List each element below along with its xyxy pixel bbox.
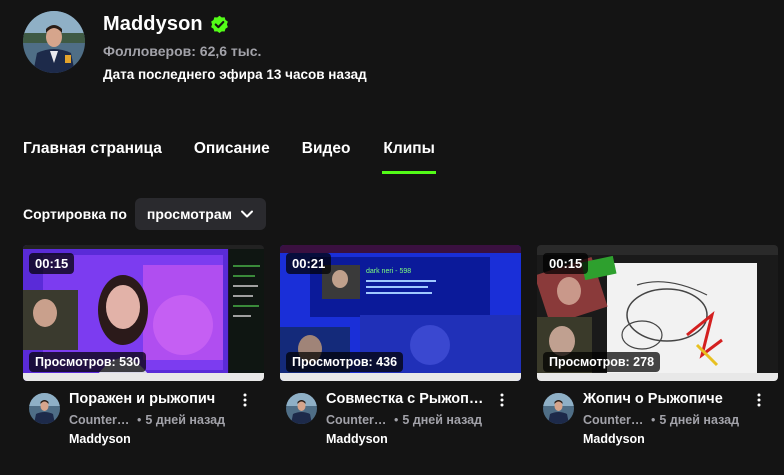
clip-thumbnail[interactable]: 00:15 Просмотров: 278 <box>537 245 778 381</box>
clip-title[interactable]: Жопич о Рыжопиче <box>583 391 743 407</box>
clip-channel-avatar[interactable] <box>29 393 60 424</box>
clip-category[interactable]: Counter-... <box>326 413 388 427</box>
clip-meta-text: Совместка с Рыжопи... Counter-... • 5 дн… <box>326 391 506 446</box>
clip-meta-text: Поражен и рыжопич Counter-... • 5 дней н… <box>69 391 249 446</box>
clip-meta-text: Жопич о Рыжопиче Counter-... • 5 дней на… <box>583 391 763 446</box>
clip-card[interactable]: 00:15 Просмотров: 278 Жопич о Рыжопиче C… <box>537 245 778 446</box>
svg-text:dark neri - 598: dark neri - 598 <box>366 268 411 275</box>
channel-name: Maddyson <box>103 12 203 35</box>
tab-clips[interactable]: Клипы <box>382 140 437 174</box>
sort-label: Сортировка по <box>23 206 127 222</box>
clip-views: Просмотров: 530 <box>29 352 147 372</box>
followers-count: Фолловеров: 62,6 тыс. <box>103 43 262 59</box>
clip-category[interactable]: Counter-... <box>583 413 645 427</box>
channel-header: Maddyson Фолловеров: 62,6 тыс. Дата посл… <box>23 11 367 82</box>
clip-title[interactable]: Поражен и рыжопич <box>69 391 229 407</box>
clip-views: Просмотров: 278 <box>543 352 661 372</box>
more-options-icon[interactable] <box>240 393 250 407</box>
sort-dropdown[interactable]: просмотрам <box>134 198 266 230</box>
clip-channel-name[interactable]: Maddyson <box>583 432 763 446</box>
clip-sub-row: Counter-... • 5 дней назад <box>69 413 249 427</box>
sort-row: Сортировка по просмотрам <box>23 198 266 230</box>
channel-tabs: Главная страница Описание Видео Клипы <box>23 140 468 174</box>
clip-thumbnail[interactable]: dark neri - 598 00:21 Просмотров: 436 <box>280 245 521 381</box>
clip-channel-name[interactable]: Maddyson <box>326 432 506 446</box>
more-options-icon[interactable] <box>754 393 764 407</box>
clip-sub-row: Counter-... • 5 дней назад <box>326 413 506 427</box>
clip-age: 5 дней назад <box>402 413 482 427</box>
channel-name-row: Maddyson <box>103 12 367 36</box>
clip-sub-row: Counter-... • 5 дней назад <box>583 413 763 427</box>
tab-about[interactable]: Описание <box>194 140 270 174</box>
clip-meta: Поражен и рыжопич Counter-... • 5 дней н… <box>23 391 264 446</box>
more-options-icon[interactable] <box>497 393 507 407</box>
separator-dot: • <box>651 413 656 427</box>
channel-info: Maddyson Фолловеров: 62,6 тыс. Дата посл… <box>103 12 367 83</box>
chevron-down-icon <box>241 210 253 218</box>
clip-channel-name[interactable]: Maddyson <box>69 432 249 446</box>
tab-home[interactable]: Главная страница <box>23 140 162 174</box>
clip-channel-avatar[interactable] <box>543 393 574 424</box>
clip-title[interactable]: Совместка с Рыжопи... <box>326 391 486 407</box>
separator-dot: • <box>394 413 399 427</box>
clip-meta: Совместка с Рыжопи... Counter-... • 5 дн… <box>280 391 521 446</box>
clip-age: 5 дней назад <box>145 413 225 427</box>
separator-dot: • <box>137 413 142 427</box>
clip-channel-avatar[interactable] <box>286 393 317 424</box>
clip-thumbnail[interactable]: 00:15 Просмотров: 530 <box>23 245 264 381</box>
clip-age: 5 дней назад <box>659 413 739 427</box>
channel-avatar[interactable] <box>23 11 85 73</box>
verified-badge-icon <box>210 15 229 34</box>
clip-views: Просмотров: 436 <box>286 352 404 372</box>
clip-duration: 00:21 <box>286 253 332 274</box>
clip-category[interactable]: Counter-... <box>69 413 131 427</box>
last-stream-info: Дата последнего эфира 13 часов назад <box>103 67 367 82</box>
clip-card[interactable]: dark neri - 598 00:21 Просмотров: 436 Со… <box>280 245 521 446</box>
clip-duration: 00:15 <box>543 253 589 274</box>
sort-selected-value: просмотрам <box>146 206 232 222</box>
clip-card[interactable]: 00:15 Просмотров: 530 Поражен и рыжопич … <box>23 245 264 446</box>
clip-meta: Жопич о Рыжопиче Counter-... • 5 дней на… <box>537 391 778 446</box>
tab-videos[interactable]: Видео <box>302 140 351 174</box>
clip-duration: 00:15 <box>29 253 75 274</box>
